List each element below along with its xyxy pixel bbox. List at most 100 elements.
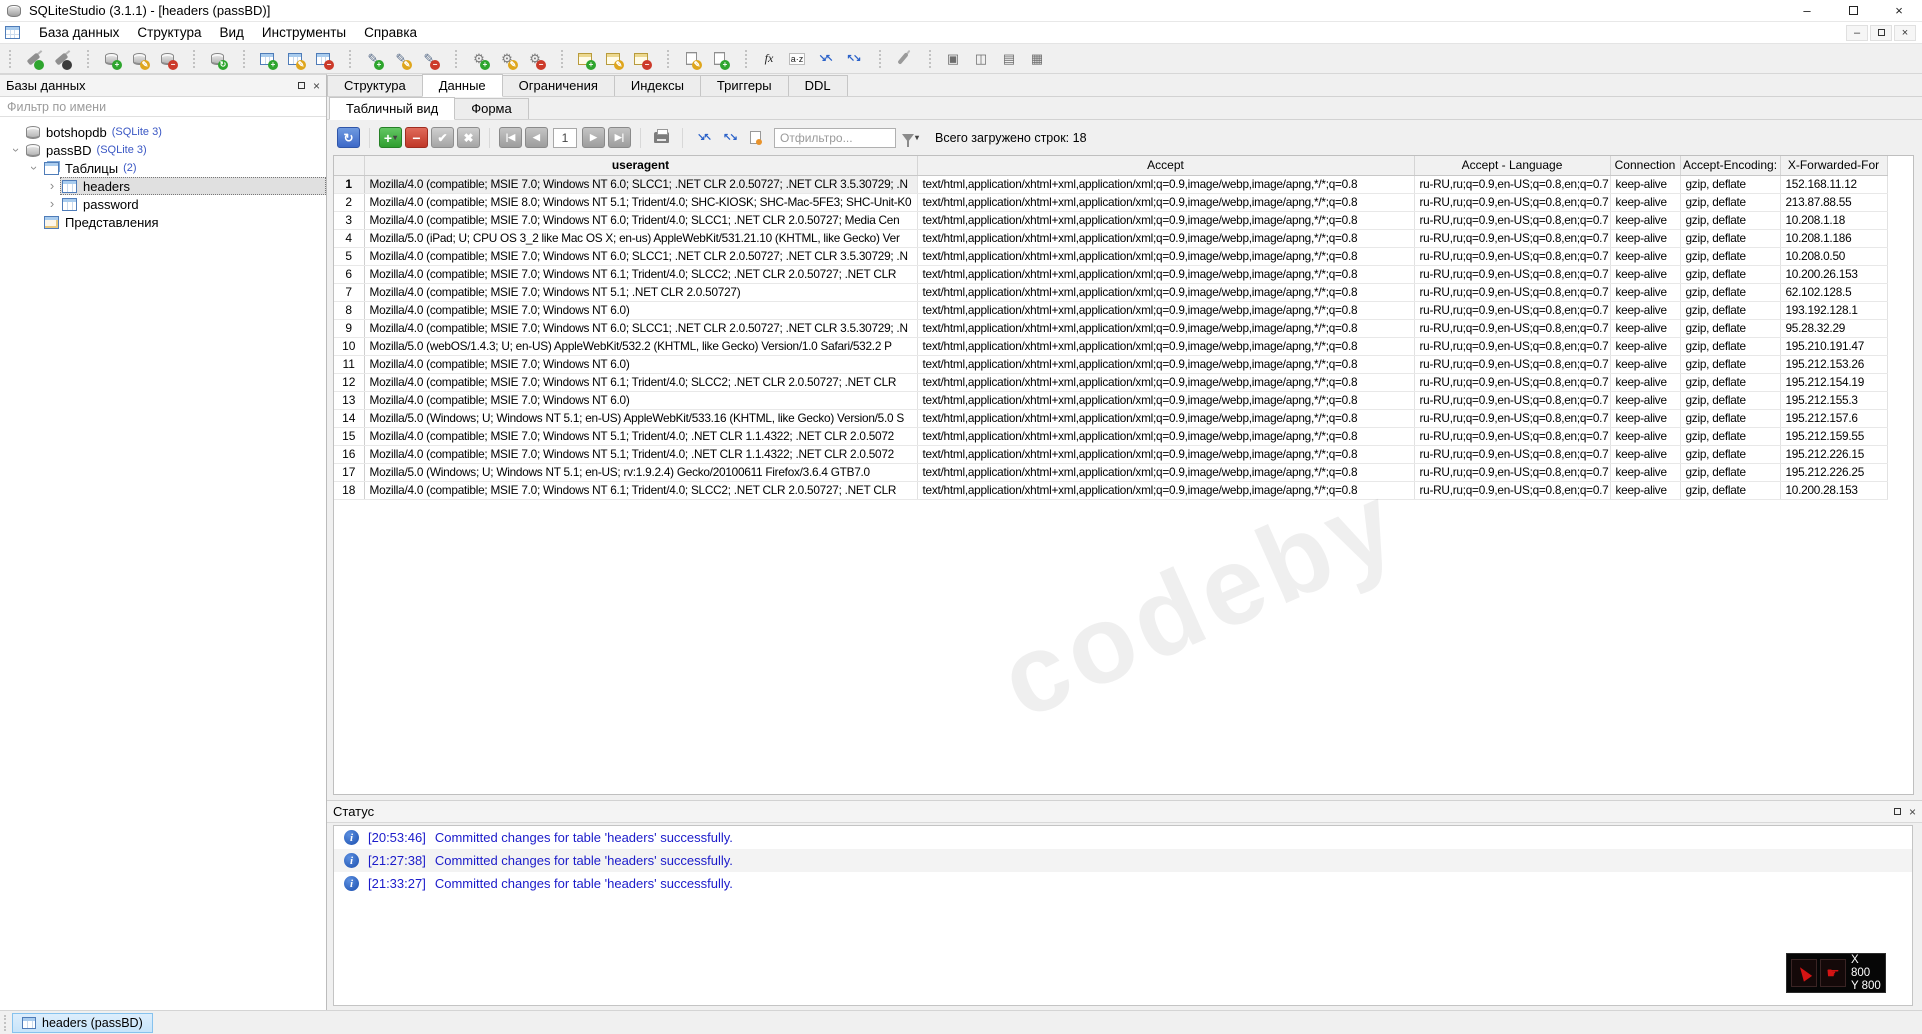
- cell-accept[interactable]: text/html,application/xhtml+xml,applicat…: [917, 481, 1415, 500]
- cell-conn[interactable]: keep-alive: [1610, 391, 1681, 410]
- cell-ua[interactable]: Mozilla/4.0 (compatible; MSIE 7.0; Windo…: [364, 391, 918, 410]
- connect-database-icon[interactable]: [21, 48, 45, 70]
- cell-ua[interactable]: Mozilla/4.0 (compatible; MSIE 7.0; Windo…: [364, 283, 918, 302]
- float-panel-icon[interactable]: [297, 82, 305, 89]
- menu-item-0[interactable]: База данных: [30, 22, 128, 44]
- chevron-icon[interactable]: ›: [44, 196, 60, 212]
- import-data-icon[interactable]: +: [707, 48, 731, 70]
- cell-ua[interactable]: Mozilla/4.0 (compatible; MSIE 7.0; Windo…: [364, 445, 918, 464]
- cell-lang[interactable]: ru-RU,ru;q=0.9,en-US;q=0.8,en;q=0.7: [1414, 445, 1611, 464]
- new-view-icon[interactable]: +: [573, 48, 597, 70]
- cell-ua[interactable]: Mozilla/4.0 (compatible; MSIE 7.0; Windo…: [364, 175, 918, 194]
- table-row[interactable]: 16 Mozilla/4.0 (compatible; MSIE 7.0; Win…: [334, 445, 1888, 464]
- table-row[interactable]: 7 Mozilla/4.0 (compatible; MSIE 7.0; Wind…: [334, 283, 1888, 302]
- taskbar-tab-headers[interactable]: headers (passBD): [12, 1012, 153, 1033]
- row-number-cell[interactable]: 1: [334, 175, 365, 194]
- new-table-icon[interactable]: +: [255, 48, 279, 70]
- cell-lang[interactable]: ru-RU,ru;q=0.9,en-US;q=0.8,en;q=0.7: [1414, 373, 1611, 392]
- table-row[interactable]: 8 Mozilla/4.0 (compatible; MSIE 7.0; Wind…: [334, 301, 1888, 320]
- column-header-ua[interactable]: useragent: [364, 156, 918, 176]
- tree-item-headers[interactable]: › headers: [0, 177, 326, 195]
- column-header-lang[interactable]: Accept - Language: [1414, 156, 1611, 176]
- edit-table-icon[interactable]: ✎: [283, 48, 307, 70]
- table-row[interactable]: 17 Mozilla/5.0 (Windows; U; Windows NT 5.…: [334, 463, 1888, 482]
- configuration-icon[interactable]: [891, 48, 915, 70]
- cell-enc[interactable]: gzip, deflate: [1680, 247, 1781, 266]
- mdi-cascade-windows-icon[interactable]: ▦: [1025, 48, 1049, 70]
- cell-enc[interactable]: gzip, deflate: [1680, 265, 1781, 284]
- table-row[interactable]: 10 Mozilla/5.0 (webOS/1.4.3; U; en-US) Ap…: [334, 337, 1888, 356]
- cell-conn[interactable]: keep-alive: [1610, 193, 1681, 212]
- cell-xff[interactable]: 95.28.32.29: [1780, 319, 1888, 338]
- print-results-button[interactable]: [650, 127, 673, 148]
- cell-xff[interactable]: 10.200.28.153: [1780, 481, 1888, 500]
- tab-structure[interactable]: Структура: [327, 75, 423, 96]
- cell-enc[interactable]: gzip, deflate: [1680, 193, 1781, 212]
- column-header-xff[interactable]: X-Forwarded-For: [1780, 156, 1888, 176]
- cell-xff[interactable]: 195.210.191.47: [1780, 337, 1888, 356]
- cell-ua[interactable]: Mozilla/4.0 (compatible; MSIE 7.0; Windo…: [364, 319, 918, 338]
- tree-item-password[interactable]: › password: [0, 195, 326, 213]
- cell-xff[interactable]: 195.212.226.25: [1780, 463, 1888, 482]
- cell-lang[interactable]: ru-RU,ru;q=0.9,en-US;q=0.8,en;q=0.7: [1414, 463, 1611, 482]
- drop-trigger-icon[interactable]: ⚙ −: [523, 48, 547, 70]
- cell-enc[interactable]: gzip, deflate: [1680, 337, 1781, 356]
- cell-xff[interactable]: 10.200.26.153: [1780, 265, 1888, 284]
- edit-trigger-icon[interactable]: ⚙ ✎: [495, 48, 519, 70]
- cell-enc[interactable]: gzip, deflate: [1680, 409, 1781, 428]
- cell-lang[interactable]: ru-RU,ru;q=0.9,en-US;q=0.8,en;q=0.7: [1414, 283, 1611, 302]
- tree-item-tables[interactable]: › Таблицы (2): [0, 159, 326, 177]
- tab-constraints[interactable]: Ограничения: [501, 75, 615, 96]
- cell-accept[interactable]: text/html,application/xhtml+xml,applicat…: [917, 391, 1415, 410]
- cell-conn[interactable]: keep-alive: [1610, 229, 1681, 248]
- table-row[interactable]: 2 Mozilla/4.0 (compatible; MSIE 8.0; Wind…: [334, 193, 1888, 212]
- delete-row-button[interactable]: −: [405, 127, 428, 148]
- cell-enc[interactable]: gzip, deflate: [1680, 301, 1781, 320]
- cell-enc[interactable]: gzip, deflate: [1680, 283, 1781, 302]
- row-number-cell[interactable]: 12: [334, 373, 365, 392]
- tree-item-botshopdb[interactable]: ›botshopdb(SQLite 3): [0, 123, 326, 141]
- row-number-cell[interactable]: 18: [334, 481, 365, 500]
- cell-accept[interactable]: text/html,application/xhtml+xml,applicat…: [917, 193, 1415, 212]
- close-panel-icon[interactable]: ×: [313, 79, 320, 93]
- table-row[interactable]: 18 Mozilla/4.0 (compatible; MSIE 7.0; Win…: [334, 481, 1888, 500]
- cell-ua[interactable]: Mozilla/4.0 (compatible; MSIE 7.0; Windo…: [364, 247, 918, 266]
- float-status-icon[interactable]: [1893, 808, 1901, 815]
- table-row[interactable]: 11 Mozilla/4.0 (compatible; MSIE 7.0; Win…: [334, 355, 1888, 374]
- row-number-cell[interactable]: 8: [334, 301, 365, 320]
- table-row[interactable]: 14 Mozilla/5.0 (Windows; U; Windows NT 5.…: [334, 409, 1888, 428]
- table-row[interactable]: 3 Mozilla/4.0 (compatible; MSIE 7.0; Wind…: [334, 211, 1888, 230]
- cell-lang[interactable]: ru-RU,ru;q=0.9,en-US;q=0.8,en;q=0.7: [1414, 301, 1611, 320]
- cell-accept[interactable]: text/html,application/xhtml+xml,applicat…: [917, 229, 1415, 248]
- first-page-button[interactable]: |◀: [499, 127, 522, 148]
- previous-window-icon[interactable]: ↘↖: [813, 48, 837, 70]
- cell-ua[interactable]: Mozilla/4.0 (compatible; MSIE 7.0; Windo…: [364, 355, 918, 374]
- tree-filter-input[interactable]: [0, 97, 326, 117]
- tab-data[interactable]: Данные: [421, 74, 503, 97]
- cell-accept[interactable]: text/html,application/xhtml+xml,applicat…: [917, 265, 1415, 284]
- close-status-icon[interactable]: ×: [1909, 805, 1916, 819]
- cell-xff[interactable]: 193.192.128.1: [1780, 301, 1888, 320]
- commit-changes-button[interactable]: ✔: [431, 127, 454, 148]
- close-button[interactable]: ×: [1876, 0, 1922, 22]
- last-page-button[interactable]: ▶|: [608, 127, 631, 148]
- drop-table-icon[interactable]: −: [311, 48, 335, 70]
- cell-accept[interactable]: text/html,application/xhtml+xml,applicat…: [917, 373, 1415, 392]
- row-number-cell[interactable]: 11: [334, 355, 365, 374]
- mdi-tile-vertical-icon[interactable]: ◫: [969, 48, 993, 70]
- table-row[interactable]: 6 Mozilla/4.0 (compatible; MSIE 7.0; Wind…: [334, 265, 1888, 284]
- cell-accept[interactable]: text/html,application/xhtml+xml,applicat…: [917, 247, 1415, 266]
- cell-ua[interactable]: Mozilla/5.0 (Windows; U; Windows NT 5.1;…: [364, 463, 918, 482]
- tab-grid-view[interactable]: Табличный вид: [329, 97, 456, 120]
- mdi-tab-windows-icon[interactable]: ▣: [941, 48, 965, 70]
- next-window-icon[interactable]: ↖↘: [841, 48, 865, 70]
- cell-enc[interactable]: gzip, deflate: [1680, 355, 1781, 374]
- cell-ua[interactable]: Mozilla/4.0 (compatible; MSIE 7.0; Windo…: [364, 373, 918, 392]
- row-number-cell[interactable]: 13: [334, 391, 365, 410]
- cell-xff[interactable]: 213.87.88.55: [1780, 193, 1888, 212]
- disconnect-database-icon[interactable]: [49, 48, 73, 70]
- row-number-cell[interactable]: 5: [334, 247, 365, 266]
- cell-lang[interactable]: ru-RU,ru;q=0.9,en-US;q=0.8,en;q=0.7: [1414, 391, 1611, 410]
- mdi-tile-horizontal-icon[interactable]: ▤: [997, 48, 1021, 70]
- menu-item-1[interactable]: Структура: [128, 22, 210, 44]
